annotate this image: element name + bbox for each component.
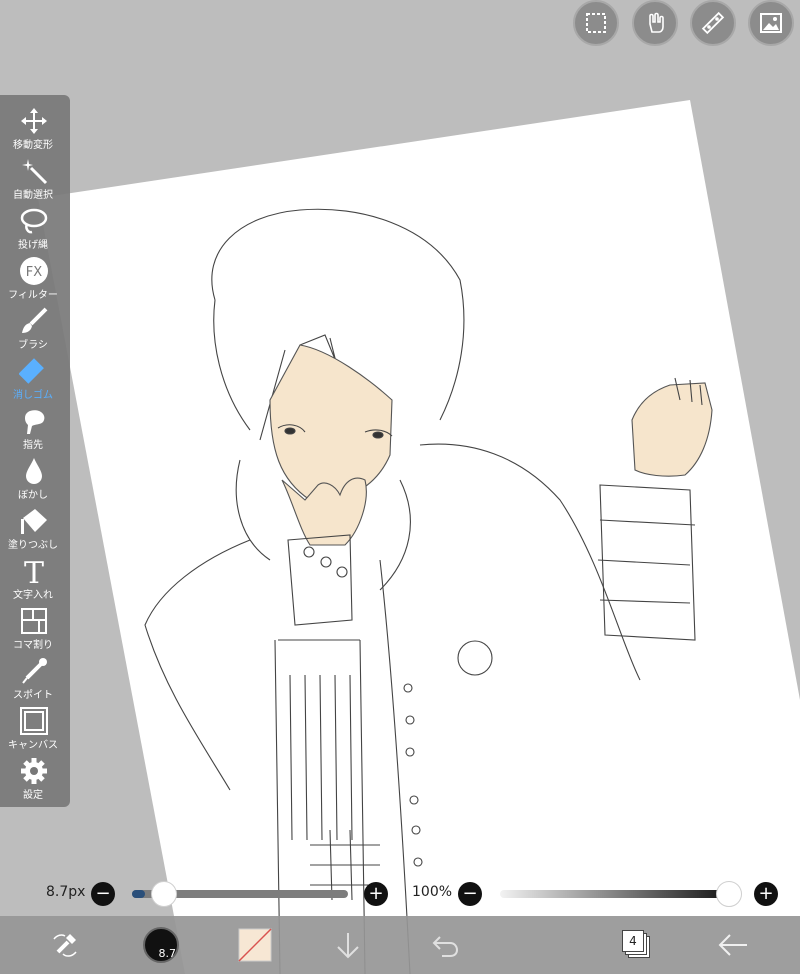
tool-label: ブラシ bbox=[18, 340, 48, 351]
tool-label: 文字入れ bbox=[13, 590, 53, 601]
tool-auto-select[interactable]: 自動選択 bbox=[0, 153, 70, 203]
tool-finger[interactable]: 指先 bbox=[0, 403, 70, 453]
layer-count: 4 bbox=[622, 930, 644, 952]
arrow-left-icon bbox=[718, 934, 747, 956]
brush-icon bbox=[19, 306, 49, 336]
tool-label: 塗りつぶし bbox=[7, 540, 59, 551]
text-tool-glyph: T bbox=[24, 556, 44, 586]
fill-icon bbox=[19, 506, 49, 536]
color-picker-button[interactable] bbox=[234, 916, 276, 974]
hand-gesture-icon bbox=[649, 12, 664, 33]
tool-label: コマ割り bbox=[13, 640, 53, 651]
fx-icon: FX bbox=[19, 256, 49, 286]
opacity-slider-handle[interactable] bbox=[716, 881, 742, 907]
brush-size-preview-button[interactable]: 8.7 bbox=[138, 916, 184, 974]
magic-wand-icon bbox=[19, 156, 49, 186]
tool-label: 自動選択 bbox=[13, 190, 53, 201]
brush-size-decrease-button[interactable]: − bbox=[91, 882, 115, 906]
tool-move-transform[interactable]: 移動変形 bbox=[0, 103, 70, 153]
opacity-slider-track[interactable] bbox=[500, 890, 732, 898]
selection-icon bbox=[586, 13, 606, 33]
text-icon: T bbox=[19, 556, 49, 591]
selection-button[interactable] bbox=[573, 0, 619, 46]
tool-text[interactable]: T 文字入れ bbox=[0, 553, 70, 603]
plus-icon: + bbox=[758, 883, 774, 904]
back-button[interactable] bbox=[710, 916, 756, 974]
minus-icon: − bbox=[95, 883, 111, 904]
tool-settings[interactable]: 設定 bbox=[0, 753, 70, 803]
tool-eraser[interactable]: 消しゴム bbox=[0, 353, 70, 403]
tool-label: ぼかし bbox=[18, 490, 48, 501]
finger-icon bbox=[19, 406, 49, 436]
gesture-button[interactable] bbox=[632, 0, 678, 46]
brush-size-slider-fill bbox=[132, 890, 145, 898]
layers-icon: 4 bbox=[622, 930, 652, 960]
opacity-increase-button[interactable]: + bbox=[754, 882, 778, 906]
tool-blur[interactable]: ぼかし bbox=[0, 453, 70, 503]
ruler-button[interactable] bbox=[690, 0, 736, 46]
tool-label: 消しゴム bbox=[13, 390, 53, 401]
brush-size-slider-handle[interactable] bbox=[150, 881, 177, 907]
tool-label: 投げ縄 bbox=[18, 240, 48, 251]
tool-frame-divider[interactable]: コマ割り bbox=[0, 603, 70, 653]
drawing-canvas[interactable] bbox=[0, 0, 800, 974]
canvas-icon bbox=[19, 706, 49, 736]
reference-image-button[interactable] bbox=[748, 0, 794, 46]
tool-eyedropper[interactable]: スポイト bbox=[0, 653, 70, 703]
tool-lasso[interactable]: 投げ縄 bbox=[0, 203, 70, 253]
ruler-icon bbox=[701, 11, 725, 35]
tool-filter[interactable]: FX フィルター bbox=[0, 253, 70, 303]
undo-button[interactable] bbox=[422, 916, 468, 974]
brush-preview-circle: 8.7 bbox=[143, 927, 179, 963]
tool-brush[interactable]: ブラシ bbox=[0, 303, 70, 353]
paper-sheet bbox=[38, 100, 800, 974]
blur-icon bbox=[19, 456, 49, 486]
bottom-toolbar: 8.7 4 bbox=[0, 916, 800, 974]
fx-text: FX bbox=[26, 265, 42, 280]
eyedropper-icon bbox=[19, 656, 49, 686]
current-color-swatch bbox=[238, 928, 272, 962]
brush-size-increase-button[interactable]: + bbox=[364, 882, 388, 906]
tool-canvas[interactable]: キャンバス bbox=[0, 703, 70, 753]
lasso-icon bbox=[19, 206, 49, 236]
tool-label: 指先 bbox=[23, 440, 43, 451]
tool-label: 設定 bbox=[23, 790, 43, 801]
tool-label: 移動変形 bbox=[13, 140, 53, 151]
undo-icon bbox=[432, 936, 459, 957]
layers-button[interactable]: 4 bbox=[614, 916, 660, 974]
settings-icon bbox=[19, 756, 49, 786]
move-icon bbox=[19, 106, 49, 136]
opacity-readout: 100% bbox=[412, 884, 453, 900]
tool-label: フィルター bbox=[8, 290, 58, 301]
pen-swap-icon bbox=[53, 934, 77, 957]
tool-label: スポイト bbox=[13, 690, 53, 701]
plus-icon: + bbox=[368, 883, 384, 904]
brush-size-readout: 8.7px bbox=[46, 884, 86, 900]
arrow-down-icon bbox=[337, 933, 359, 959]
tool-sidebar: 移動変形 自動選択 投げ縄 FX フィルター ブラシ 消しゴム 指先 ぼかし 塗… bbox=[0, 95, 70, 807]
tool-label: キャンバス bbox=[8, 740, 58, 751]
tool-fill[interactable]: 塗りつぶし bbox=[0, 503, 70, 553]
image-icon bbox=[760, 13, 782, 33]
minus-icon: − bbox=[462, 883, 478, 904]
brush-size-value: 8.7 bbox=[158, 947, 177, 960]
opacity-decrease-button[interactable]: − bbox=[458, 882, 482, 906]
frame-icon bbox=[19, 606, 49, 636]
eraser-icon bbox=[18, 356, 49, 386]
swap-colors-button[interactable] bbox=[42, 916, 88, 974]
download-layer-button[interactable] bbox=[325, 916, 371, 974]
